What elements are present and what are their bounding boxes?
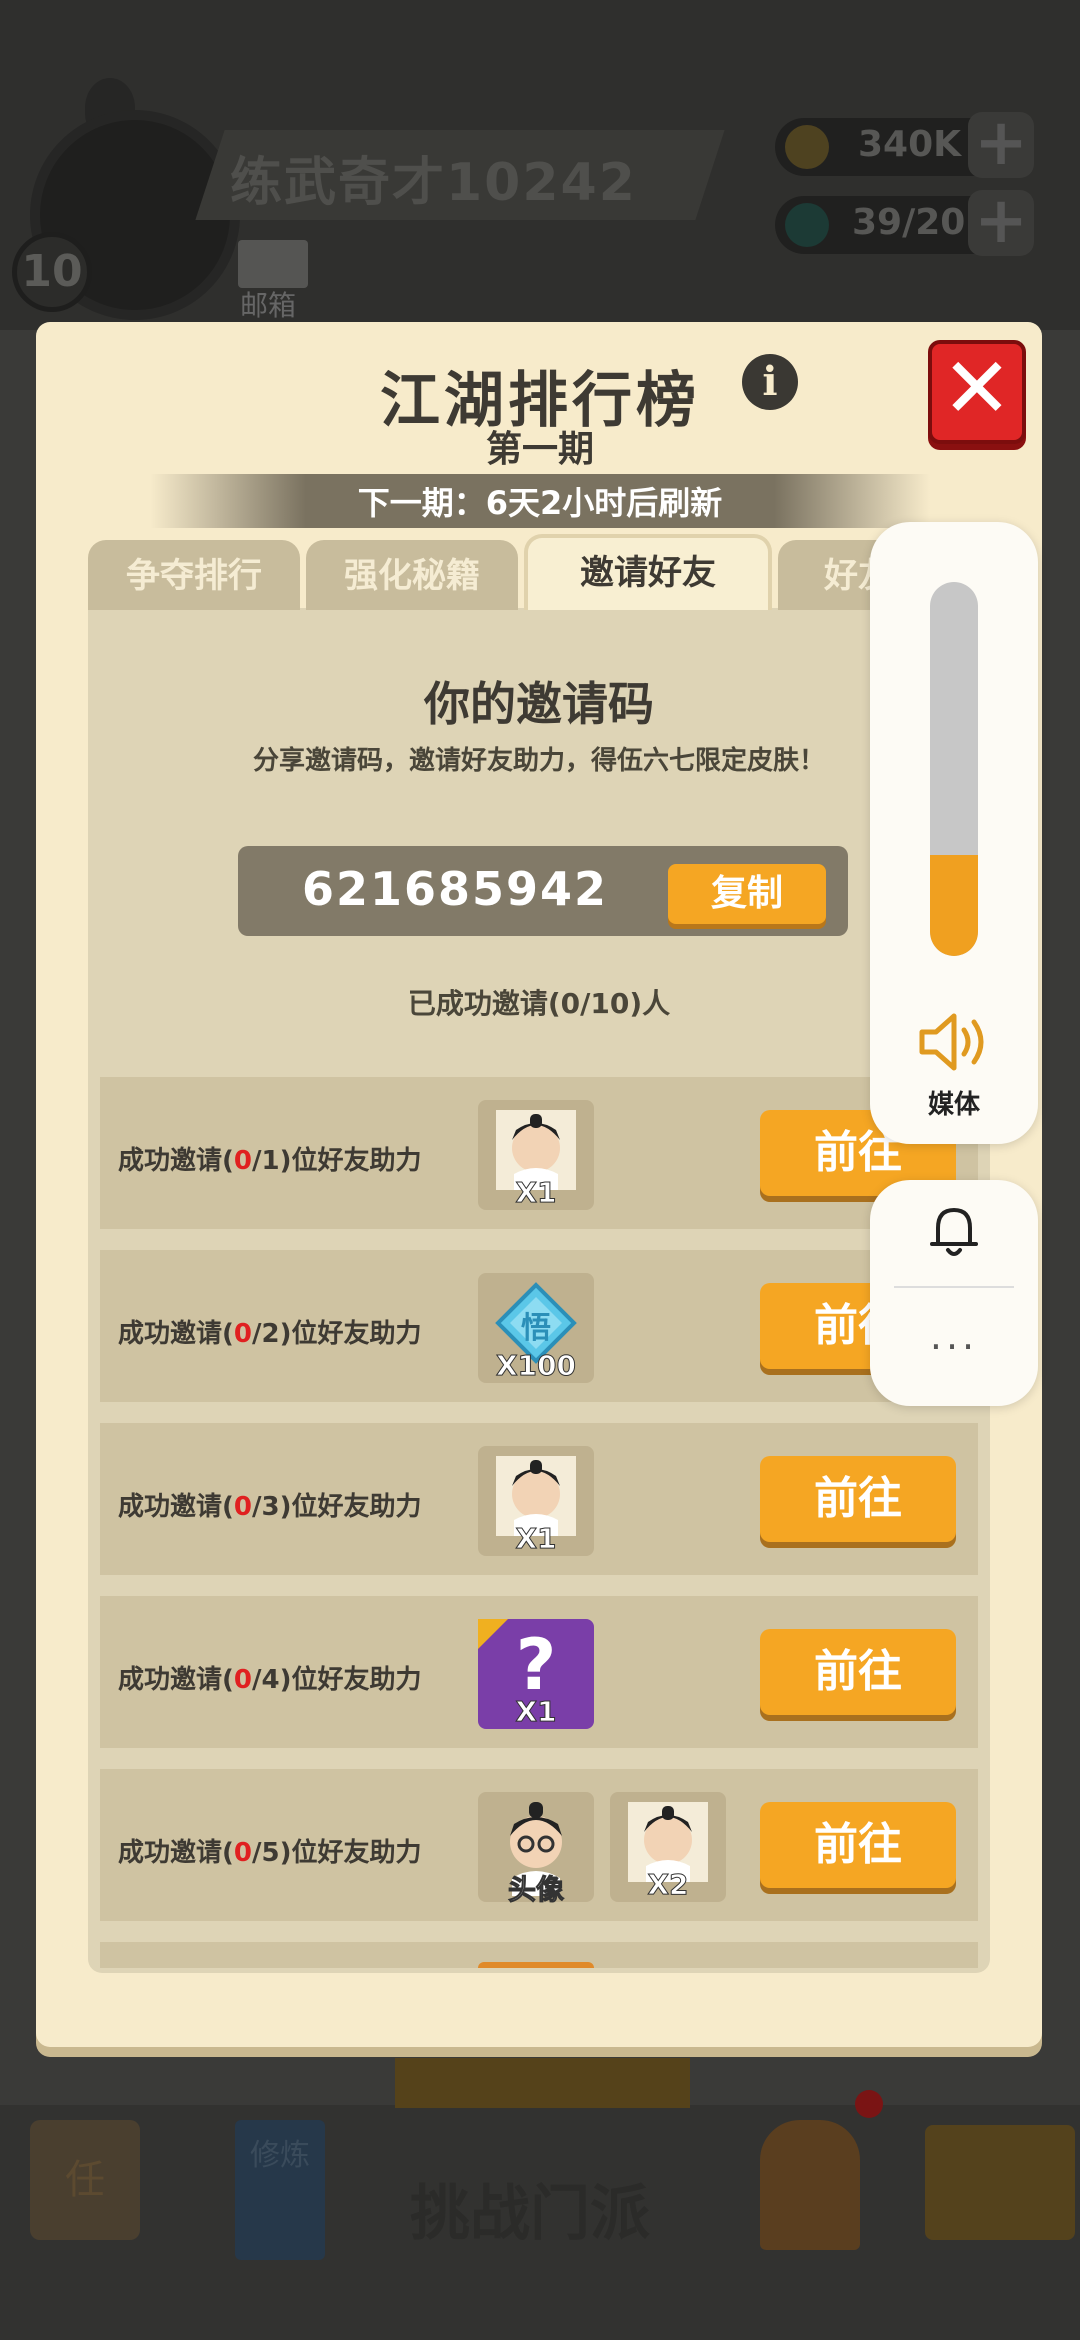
go-button[interactable]: 前往 — [760, 1802, 956, 1888]
gem-amount: 39/20 — [852, 202, 966, 243]
challenge-nav-label: 挑战门派 — [410, 2179, 650, 2249]
refresh-notice: 下一期：6天2小时后刷新 — [357, 484, 723, 522]
reward-count: X1 — [515, 1695, 557, 1729]
notification-dot — [855, 2090, 883, 2118]
reward-count: X2 — [647, 1868, 689, 1902]
volume-slider[interactable] — [930, 582, 978, 956]
tab-ranking[interactable]: 争夺排行 — [88, 540, 300, 610]
add-gems-button: + — [968, 189, 1034, 256]
invite-code: 621685942 — [301, 862, 609, 916]
season-label: 第一期 — [485, 429, 594, 470]
player-name: 练武奇才10242 — [230, 153, 637, 213]
copy-button[interactable]: 复制 — [668, 864, 826, 924]
collect-house-icon — [925, 2125, 1075, 2240]
level-badge: 10 — [12, 232, 92, 312]
task-nav-icon: 任 — [30, 2120, 140, 2240]
reward-condition: 成功邀请(0/3)位好友助力 — [118, 1492, 422, 1522]
reward-condition: 成功邀请(0/5)位好友助力 — [118, 1838, 422, 1868]
add-coins-button: + — [968, 111, 1034, 178]
invite-code-heading: 你的邀请码 — [424, 677, 654, 731]
info-icon[interactable]: i — [742, 354, 798, 410]
tab-invite-friends[interactable]: 邀请好友 — [524, 534, 772, 610]
reward-condition: 成功邀请(0/2)位好友助力 — [118, 1319, 422, 1349]
gem-icon — [785, 203, 829, 247]
mail-label: 邮箱 — [240, 289, 297, 322]
volume-level-fill — [930, 855, 978, 956]
go-button[interactable]: 前往 — [760, 1629, 956, 1715]
mail-icon — [238, 240, 308, 288]
invited-count: 已成功邀请(0/10)人 — [407, 987, 671, 1020]
helmet-nav-icon — [760, 2120, 860, 2250]
media-label: 媒体 — [927, 1090, 980, 1120]
reward-item — [478, 1962, 594, 1968]
practice-nav-icon: 修炼 — [235, 2120, 325, 2260]
reward-count: 头像 — [507, 1873, 564, 1907]
invite-description: 分享邀请码，邀请好友助力，得伍六七限定皮肤！ — [252, 746, 825, 776]
more-options-icon[interactable]: ... — [870, 1317, 1038, 1355]
reward-condition: 成功邀请(0/4)位好友助力 — [118, 1665, 422, 1695]
reward-condition: 成功邀请(0/1)位好友助力 — [118, 1146, 422, 1176]
reward-count: X100 — [495, 1349, 577, 1383]
divider — [894, 1286, 1014, 1288]
coin-amount: 340K — [858, 124, 962, 165]
bell-icon[interactable] — [924, 1200, 984, 1264]
speaker-icon[interactable] — [916, 1010, 992, 1078]
coin-icon — [785, 125, 829, 169]
close-icon[interactable]: ✕ — [928, 338, 1026, 438]
tab-skill-book[interactable]: 强化秘籍 — [306, 540, 518, 610]
reward-count: X1 — [515, 1522, 557, 1556]
mystery-glyph: ? — [515, 1624, 557, 1706]
challenge-banner — [395, 2058, 690, 2108]
reward-count: X1 — [515, 1176, 557, 1210]
go-button[interactable]: 前往 — [760, 1456, 956, 1542]
gem-glyph: 悟 — [521, 1311, 551, 1346]
